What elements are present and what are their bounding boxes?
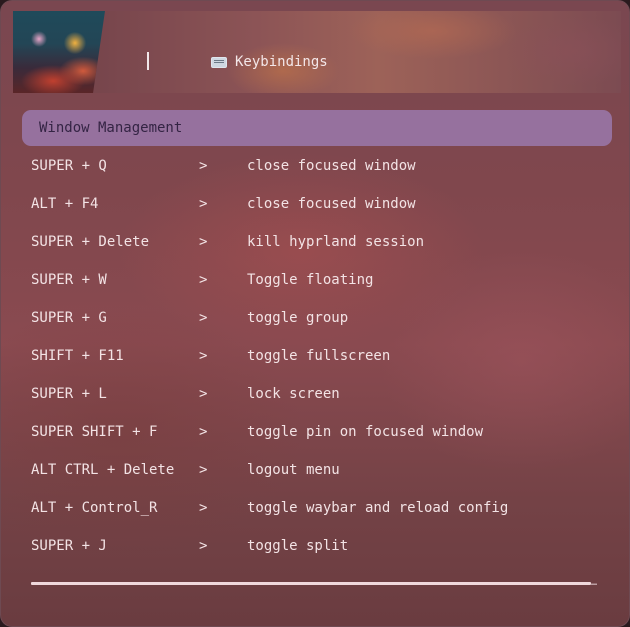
action-description: toggle group [247, 310, 349, 326]
keybinding-list: SUPER + Q > close focused window ALT + F4 > c… [1, 147, 629, 565]
key-combo: ALT CTRL + Delete [31, 462, 175, 478]
action-description: toggle pin on focused window [247, 424, 484, 440]
search-input-cursor[interactable] [147, 52, 149, 70]
keybinding-row[interactable]: SUPER + Delete > kill hyprland session [1, 223, 629, 261]
keybinding-row[interactable]: SUPER + L > lock screen [1, 375, 629, 413]
action-description: close focused window [247, 196, 416, 212]
key-combo: SUPER + Q [31, 158, 107, 174]
action-description: close focused window [247, 158, 416, 174]
separator-arrow: > [199, 348, 208, 364]
separator-arrow: > [199, 424, 208, 440]
keybinding-row[interactable]: ALT CTRL + Delete > logout menu [1, 451, 629, 489]
keybindings-window: Keybindings Window Management SUPER + Q >… [0, 0, 630, 627]
key-combo: SUPER + L [31, 386, 107, 402]
action-description: kill hyprland session [247, 234, 425, 250]
separator-arrow: > [199, 500, 208, 516]
separator-arrow: > [199, 386, 208, 402]
separator-arrow: > [199, 272, 208, 288]
keybinding-row[interactable]: ALT + Control_R > toggle waybar and reload… [1, 489, 629, 527]
keybinding-row[interactable]: ALT + F4 > close focused window [1, 185, 629, 223]
category-window-management[interactable]: Window Management [22, 110, 612, 146]
keybinding-row[interactable]: SUPER SHIFT + F > toggle pin on focused wi… [1, 413, 629, 451]
key-combo: SUPER + Delete [31, 234, 150, 250]
header-banner: Keybindings [13, 11, 621, 93]
window-title: Keybindings [211, 52, 328, 72]
overflow-indicator: … [591, 577, 598, 588]
keybinding-row[interactable]: SUPER + Q > close focused window [1, 147, 629, 185]
key-combo: ALT + Control_R [31, 500, 158, 516]
action-description: logout menu [247, 462, 340, 478]
action-description: toggle waybar and reload config [247, 500, 509, 516]
keybinding-row[interactable]: SUPER + G > toggle group [1, 299, 629, 337]
action-description: Toggle floating [247, 272, 374, 288]
window-title-label: Keybindings [235, 54, 328, 70]
action-description: toggle split [247, 538, 349, 554]
separator-arrow: > [199, 462, 208, 478]
separator-arrow: > [199, 234, 208, 250]
separator-arrow: > [199, 310, 208, 326]
key-combo: ALT + F4 [31, 196, 99, 212]
horizontal-scrollbar[interactable] [31, 582, 591, 585]
key-combo: SUPER SHIFT + F [31, 424, 158, 440]
key-combo: SUPER + J [31, 538, 107, 554]
keybinding-row[interactable]: SUPER + J > toggle split [1, 527, 629, 565]
keybinding-row[interactable]: SUPER + W > Toggle floating [1, 261, 629, 299]
keybinding-row[interactable]: SHIFT + F11 > toggle fullscreen [1, 337, 629, 375]
separator-arrow: > [199, 196, 208, 212]
wallpaper-thumbnail [13, 11, 105, 93]
category-label: Window Management [39, 120, 183, 136]
key-combo: SUPER + G [31, 310, 107, 326]
separator-arrow: > [199, 158, 208, 174]
action-description: toggle fullscreen [247, 348, 391, 364]
key-combo: SUPER + W [31, 272, 107, 288]
separator-arrow: > [199, 538, 208, 554]
action-description: lock screen [247, 386, 340, 402]
key-combo: SHIFT + F11 [31, 348, 124, 364]
keyboard-icon [211, 56, 227, 68]
